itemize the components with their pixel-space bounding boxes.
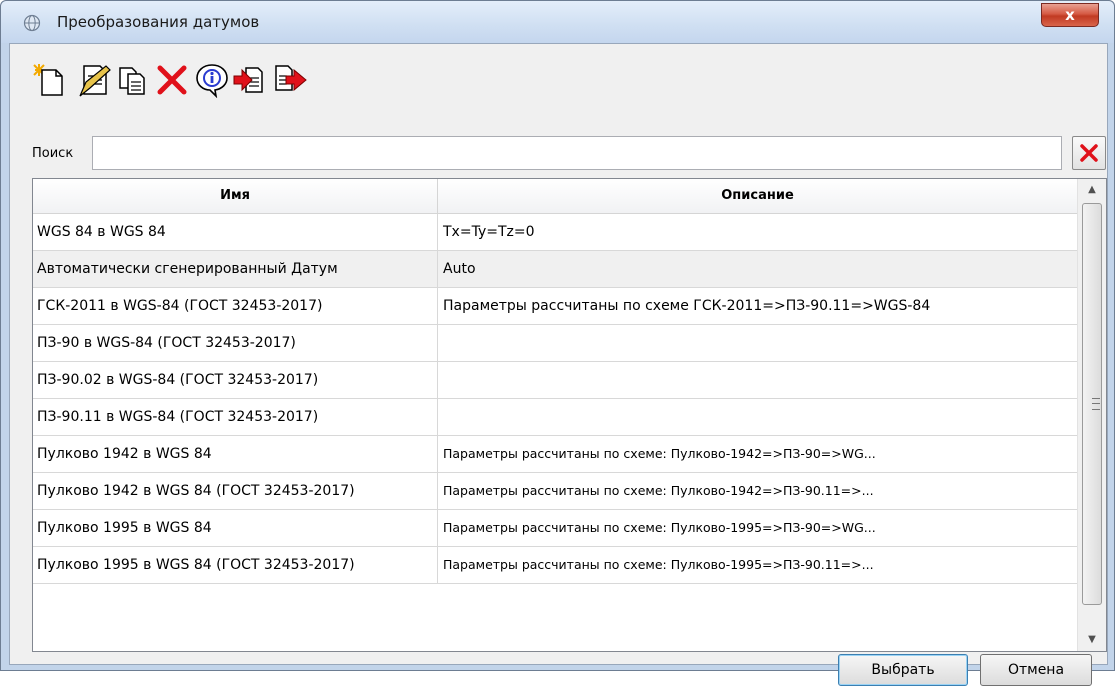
column-header-description[interactable]: Описание [438, 179, 1077, 213]
grip-icon [1092, 398, 1100, 410]
column-header-name[interactable]: Имя [33, 179, 438, 213]
dialog-body: Поиск Имя Описание WGS 84 в WGS 84 Tx=Ty=… [9, 43, 1108, 686]
export-icon[interactable] [272, 62, 308, 98]
cell-description: Параметры рассчитаны по схеме: Пулково-1… [443, 520, 876, 535]
scroll-down-icon[interactable]: ▼ [1078, 629, 1106, 651]
search-input[interactable] [92, 136, 1062, 170]
cell-name: ПЗ-90.11 в WGS-84 (ГОСТ 32453-2017) [33, 399, 438, 435]
cell-name: Пулково 1995 в WGS 84 (ГОСТ 32453-2017) [33, 547, 438, 583]
close-button[interactable]: x [1041, 3, 1099, 27]
table-row[interactable]: ПЗ-90 в WGS-84 (ГОСТ 32453-2017) [33, 325, 1077, 362]
clear-icon [1080, 144, 1098, 162]
globe-icon [23, 14, 41, 32]
cell-description [438, 399, 1077, 435]
close-icon: x [1065, 6, 1075, 24]
cell-description: Tx=Ty=Tz=0 [443, 224, 535, 240]
cell-description: Параметры рассчитаны по схеме: Пулково-1… [443, 446, 876, 461]
cell-description [438, 325, 1077, 361]
cancel-button[interactable]: Отмена [980, 654, 1092, 686]
cell-name: Пулково 1942 в WGS 84 (ГОСТ 32453-2017) [33, 473, 438, 509]
datum-transform-dialog: Преобразования датумов x Поиск Имя Описа… [0, 0, 1115, 686]
cell-name: Автоматически сгенерированный Датум [33, 251, 438, 287]
new-icon[interactable] [32, 62, 68, 98]
window-title: Преобразования датумов [57, 13, 260, 31]
datum-table: Имя Описание WGS 84 в WGS 84 Tx=Ty=Tz=0 Ав… [32, 178, 1107, 652]
table-row[interactable]: ГСК-2011 в WGS-84 (ГОСТ 32453-2017) Парам… [33, 288, 1077, 325]
cell-name: ПЗ-90 в WGS-84 (ГОСТ 32453-2017) [33, 325, 438, 361]
delete-icon[interactable] [154, 62, 190, 98]
table-row[interactable]: ПЗ-90.11 в WGS-84 (ГОСТ 32453-2017) [33, 399, 1077, 436]
scroll-up-icon[interactable]: ▲ [1078, 179, 1106, 201]
table-row[interactable]: WGS 84 в WGS 84 Tx=Ty=Tz=0 [33, 214, 1077, 251]
table-row[interactable]: Пулково 1942 в WGS 84 Параметры рассчитан… [33, 436, 1077, 473]
clear-search-button[interactable] [1072, 136, 1106, 170]
select-button[interactable]: Выбрать [838, 654, 968, 686]
cell-description: Auto [443, 261, 476, 277]
info-icon[interactable] [194, 62, 230, 98]
table-row[interactable]: Пулково 1995 в WGS 84 Параметры рассчитан… [33, 510, 1077, 547]
table-row[interactable]: Пулково 1995 в WGS 84 (ГОСТ 32453-2017) П… [33, 547, 1077, 584]
cell-name: Пулково 1995 в WGS 84 [33, 510, 438, 546]
table-row[interactable]: ПЗ-90.02 в WGS-84 (ГОСТ 32453-2017) [33, 362, 1077, 399]
cell-description: Параметры рассчитаны по схеме: Пулково-1… [443, 483, 874, 498]
search-label: Поиск [32, 146, 74, 161]
vertical-scrollbar[interactable]: ▲ ▼ [1077, 179, 1106, 651]
table-header: Имя Описание [33, 179, 1077, 214]
edit-icon[interactable] [76, 62, 112, 98]
cell-name: Пулково 1942 в WGS 84 [33, 436, 438, 472]
cell-name: ГСК-2011 в WGS-84 (ГОСТ 32453-2017) [33, 288, 438, 324]
table-row[interactable]: Автоматически сгенерированный Датум Auto [33, 251, 1077, 288]
cell-description: Параметры рассчитаны по схеме ГСК-2011=>… [443, 298, 931, 314]
cell-name: WGS 84 в WGS 84 [33, 214, 438, 250]
copy-icon[interactable] [114, 62, 150, 98]
cell-name: ПЗ-90.02 в WGS-84 (ГОСТ 32453-2017) [33, 362, 438, 398]
import-icon[interactable] [232, 62, 268, 98]
table-row[interactable]: Пулково 1942 в WGS 84 (ГОСТ 32453-2017) П… [33, 473, 1077, 510]
cell-description: Параметры рассчитаны по схеме: Пулково-1… [443, 557, 874, 572]
title-bar[interactable]: Преобразования датумов x [1, 1, 1114, 43]
scroll-thumb[interactable] [1082, 203, 1102, 605]
cell-description [438, 362, 1077, 398]
